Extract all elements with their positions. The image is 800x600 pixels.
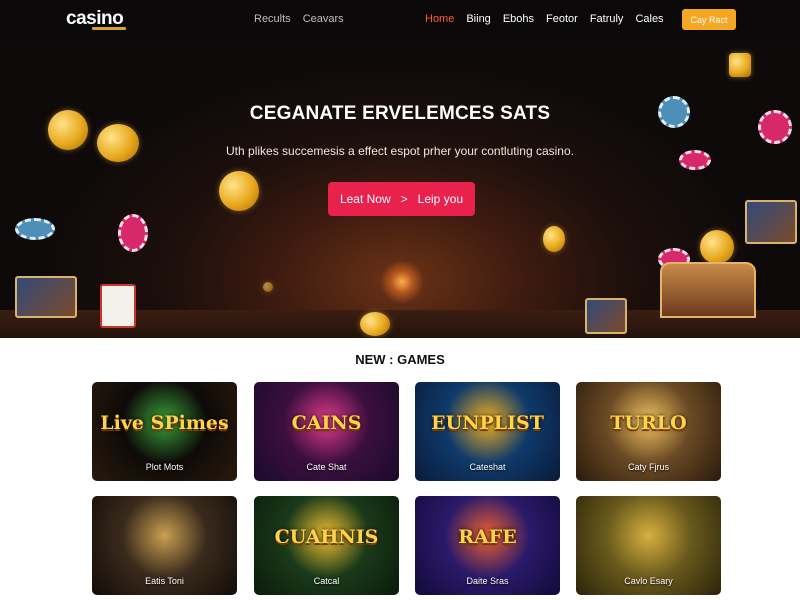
hero-subtitle: Uth plikes succemesis a effect espot prh…	[226, 144, 574, 158]
game-art-title: CAINS	[291, 412, 362, 434]
game-tile[interactable]: RAFE Daite Sras	[415, 496, 560, 595]
game-label: Eatis Toni	[145, 576, 184, 586]
playing-cards-icon	[100, 284, 136, 328]
gold-coin-icon	[700, 230, 734, 264]
game-label: Plot Mots	[145, 462, 184, 472]
casino-building-icon	[660, 262, 756, 318]
nav-link-ebohs[interactable]: Ebohs	[503, 13, 534, 25]
poker-chip-icon	[15, 218, 55, 240]
slot-machine-screen-icon	[585, 298, 627, 334]
slot-machine-screen-icon	[15, 276, 77, 318]
poker-chip-icon	[118, 214, 148, 252]
game-tile[interactable]: CUAHNIS Catcal	[254, 496, 399, 595]
top-navbar: casino Recults Ceavars Home Biing Ebohs …	[0, 0, 800, 40]
game-tile[interactable]: TURLO Caty Fjrus	[576, 382, 721, 481]
nav-link-feotor[interactable]: Feotor	[546, 13, 578, 25]
game-art-title: RAFE	[458, 526, 517, 548]
hero-cta-secondary-label: Leip you	[417, 192, 464, 206]
nav-link-fatruly[interactable]: Fatruly	[590, 13, 624, 25]
game-label: Cate Shat	[306, 462, 347, 472]
game-tile[interactable]: Cavlo Esary	[576, 496, 721, 595]
nav-link-ceavars[interactable]: Ceavars	[303, 13, 344, 25]
game-art-title: TURLO	[610, 412, 687, 434]
slot-machine-screen-icon	[745, 200, 797, 244]
hero-title: CEGANATE ERVELEMCES SATS	[249, 103, 551, 124]
hero-light-glow	[380, 260, 424, 304]
hero-cta-label: Leat Now	[339, 192, 391, 206]
hero-banner: CEGANATE ERVELEMCES SATS Uth plikes succ…	[0, 40, 800, 338]
game-art-title: CUAHNIS	[274, 526, 379, 548]
secondary-nav: Recults Ceavars	[254, 13, 344, 25]
game-label: Cateshat	[469, 462, 506, 472]
gold-coin-icon	[543, 226, 565, 252]
game-tile[interactable]: Live SPimes Plot Mots	[92, 382, 237, 481]
nav-link-home[interactable]: Home	[425, 13, 454, 25]
nav-link-recults[interactable]: Recults	[254, 13, 291, 25]
gold-coin-icon	[360, 312, 390, 336]
games-section-title: NEW : GAMES	[355, 352, 445, 367]
gold-coin-icon	[263, 282, 273, 292]
hero-cta-button[interactable]: Leat Now > Leip you	[328, 182, 475, 216]
game-tile[interactable]: EUNPLIST Cateshat	[415, 382, 560, 481]
logo-underline	[92, 27, 126, 30]
game-label: Cavlo Esary	[624, 576, 673, 586]
nav-link-biing[interactable]: Biing	[466, 13, 490, 25]
game-label: Daite Sras	[466, 576, 509, 586]
nav-link-cales[interactable]: Cales	[635, 13, 663, 25]
game-tile[interactable]: CAINS Cate Shat	[254, 382, 399, 481]
header-cta-button[interactable]: Cay Ract	[682, 9, 736, 30]
game-label: Catcal	[313, 576, 340, 586]
chevron-right-icon: >	[400, 192, 408, 206]
main-nav: Home Biing Ebohs Feotor Fatruly Cales	[425, 13, 664, 25]
gold-coin-icon	[729, 53, 751, 77]
game-art-title: Live SPimes	[100, 412, 229, 434]
game-art-title: EUNPLIST	[431, 412, 544, 434]
game-tile[interactable]: Eatis Toni	[92, 496, 237, 595]
game-label: Caty Fjrus	[627, 462, 669, 472]
gold-coin-icon	[219, 171, 259, 211]
